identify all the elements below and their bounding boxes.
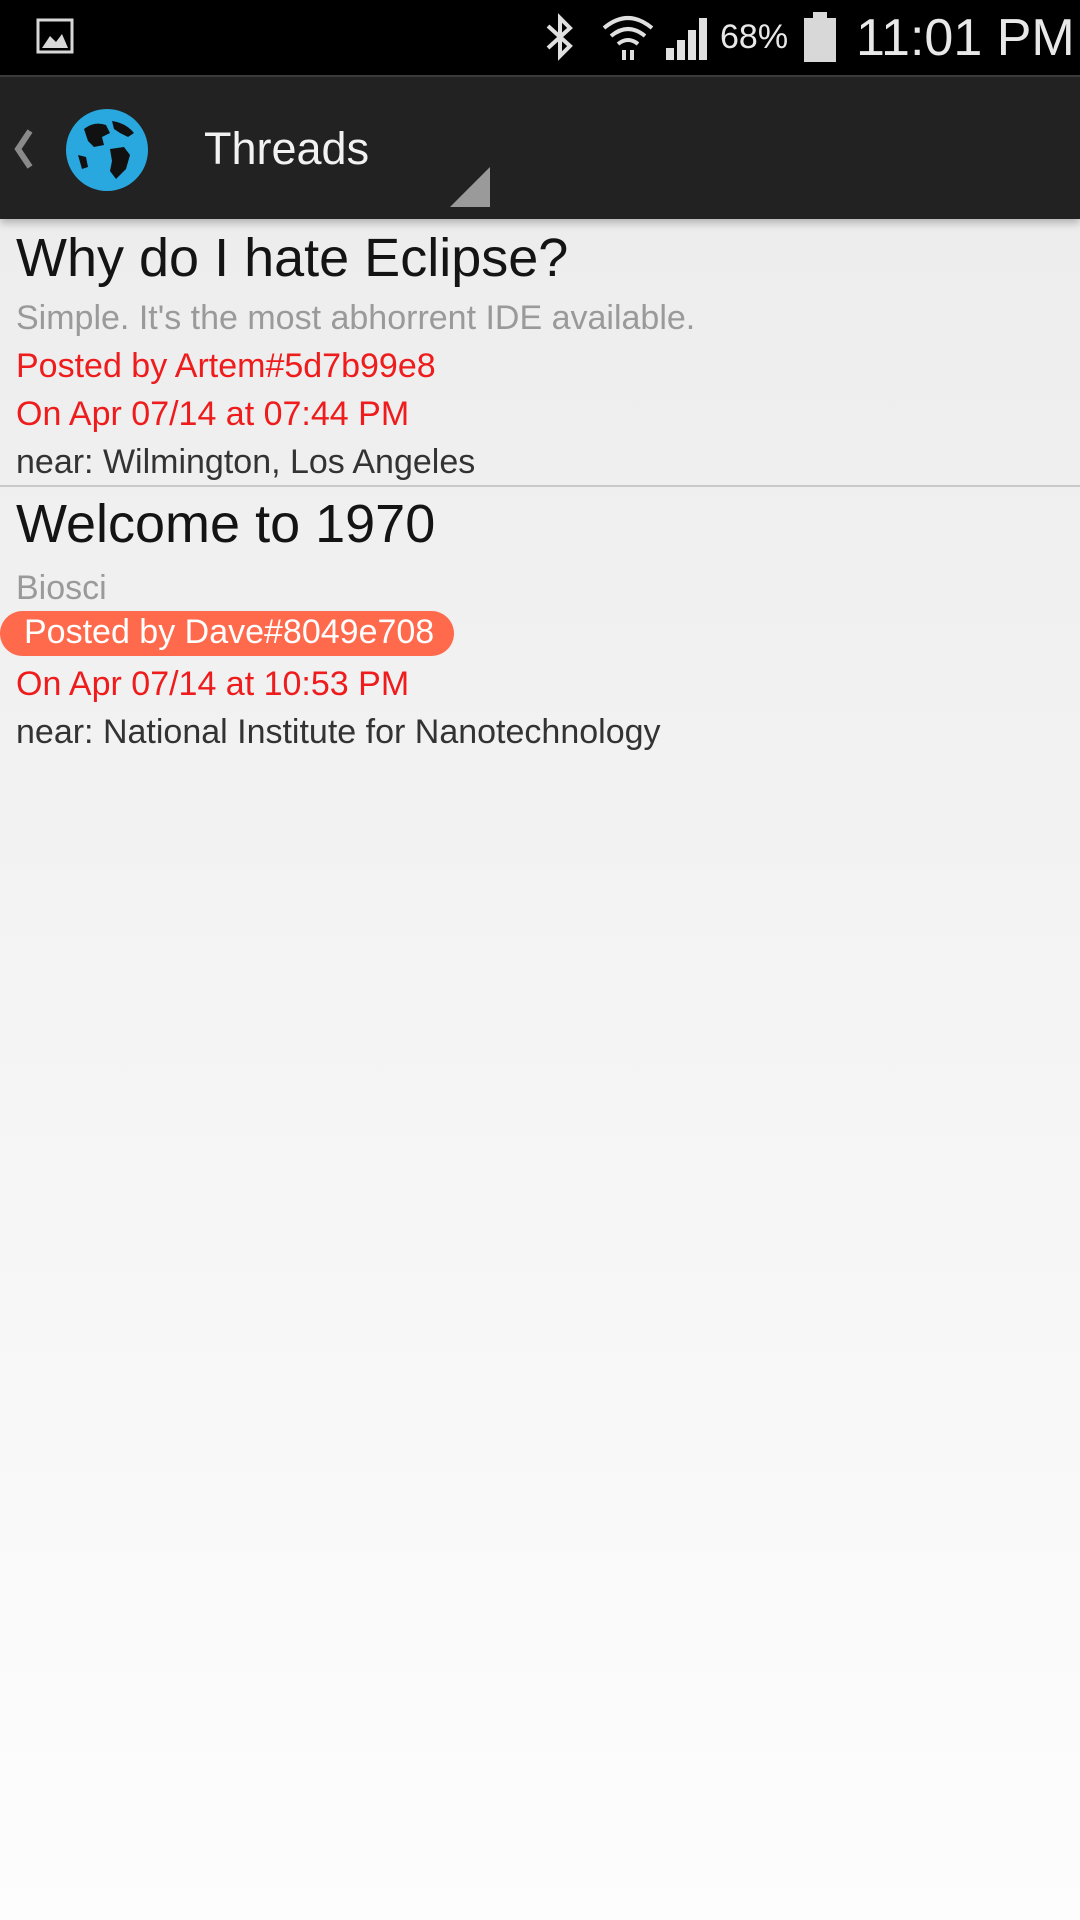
back-chevron-icon[interactable]: [10, 125, 36, 173]
spinner-indicator-icon[interactable]: [450, 167, 490, 207]
thread-location: near: Wilmington, Los Angeles: [16, 443, 476, 481]
thread-date: On Apr 07/14 at 07:44 PM: [16, 395, 410, 433]
nav-title[interactable]: Threads: [204, 123, 369, 175]
thread-list: Why do I hate Eclipse? Simple. It's the …: [0, 219, 1080, 757]
thread-location: near: National Institute for Nanotechnol…: [16, 713, 661, 751]
thread-author-highlighted[interactable]: Posted by Dave#8049e708: [0, 611, 455, 656]
battery-percent: 68%: [720, 18, 789, 56]
gallery-icon: [36, 18, 74, 54]
bluetooth-icon: [546, 13, 573, 61]
thread-author: Posted by Artem#5d7b99e8: [16, 347, 436, 385]
signal-icon: [666, 18, 707, 60]
clock: 11:01 PM: [856, 9, 1075, 67]
thread-title: Welcome to 1970: [16, 494, 436, 554]
thread-body: Simple. It's the most abhorrent IDE avai…: [16, 299, 696, 337]
thread-body: Biosci: [16, 569, 107, 607]
thread-item[interactable]: Welcome to 1970 Biosci Posted by Dave#80…: [0, 487, 1080, 757]
thread-item[interactable]: Why do I hate Eclipse? Simple. It's the …: [0, 219, 1080, 487]
thread-date: On Apr 07/14 at 10:53 PM: [16, 665, 410, 703]
action-bar: Threads: [0, 75, 1080, 219]
wifi-icon: [602, 16, 654, 60]
thread-title: Why do I hate Eclipse?: [16, 228, 569, 288]
battery-icon: [804, 12, 836, 62]
globe-icon[interactable]: [64, 107, 150, 193]
status-bar: 68% 11:01 PM: [0, 0, 1080, 75]
